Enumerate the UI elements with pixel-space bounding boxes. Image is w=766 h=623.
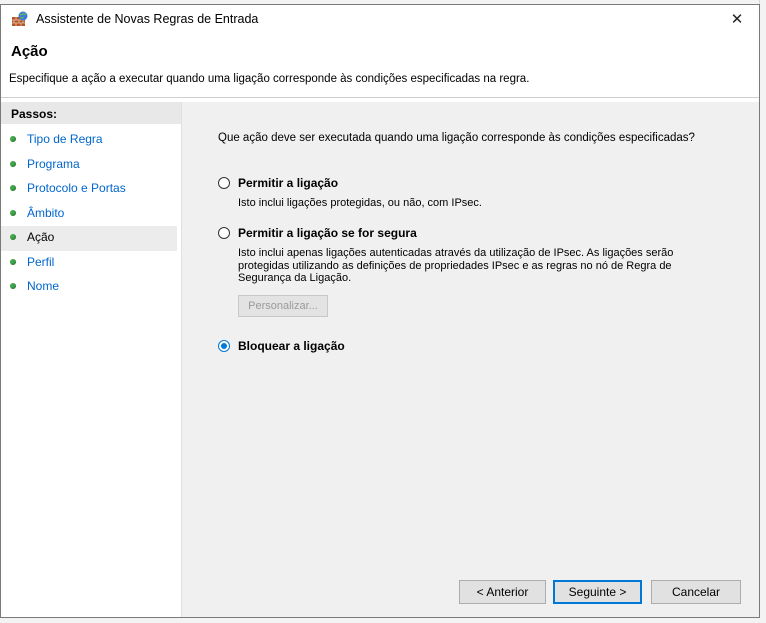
step-item-ambito[interactable]: Âmbito	[1, 202, 181, 227]
step-status-icon	[10, 234, 16, 240]
close-button[interactable]: ✕	[715, 5, 759, 33]
steps-sidebar: Passos: Tipo de Regra Programa Protocolo…	[1, 102, 182, 617]
firewall-icon	[11, 11, 29, 27]
radio-allow-secure[interactable]	[218, 227, 230, 239]
step-status-icon	[10, 185, 16, 191]
step-status-icon	[10, 258, 16, 265]
steps-heading-label: Passos:	[11, 107, 58, 121]
page-description: Especifique a ação a executar quando uma…	[9, 73, 530, 85]
step-label[interactable]: Nome	[27, 279, 59, 293]
step-status-icon	[10, 209, 16, 216]
step-item-protocolo-e-portas[interactable]: Protocolo e Portas	[1, 177, 181, 202]
action-panel: Que ação deve ser executada quando uma l…	[182, 102, 759, 617]
page-title: Ação	[11, 43, 48, 60]
step-label[interactable]: Tipo de Regra	[27, 132, 103, 146]
option-description: Isto inclui apenas ligações autenticadas…	[238, 247, 674, 284]
customize-button: Personalizar...	[238, 295, 328, 317]
option-description: Isto inclui ligações protegidas, ou não,…	[238, 197, 482, 209]
step-item-nome[interactable]: Nome	[1, 275, 181, 300]
step-label[interactable]: Programa	[27, 157, 80, 171]
step-status-icon	[10, 160, 16, 167]
step-label: Ação	[27, 230, 55, 244]
step-item-tipo-de-regra[interactable]: Tipo de Regra	[1, 128, 181, 153]
step-item-perfil[interactable]: Perfil	[1, 251, 181, 276]
window-title: Assistente de Novas Regras de Entrada	[36, 12, 259, 26]
step-status-icon	[10, 136, 16, 142]
cancel-button[interactable]: Cancelar	[651, 580, 741, 604]
step-label[interactable]: Perfil	[27, 255, 54, 269]
wizard-window: Assistente de Novas Regras de Entrada ✕ …	[0, 4, 760, 618]
step-status-icon	[10, 283, 16, 289]
step-label[interactable]: Protocolo e Portas	[27, 181, 126, 195]
step-item-acao: Ação	[1, 226, 177, 251]
option-label[interactable]: Permitir a ligação se for segura	[238, 226, 417, 240]
next-button[interactable]: Seguinte >	[553, 580, 642, 604]
step-label[interactable]: Âmbito	[27, 206, 64, 220]
radio-allow[interactable]	[218, 177, 230, 189]
option-label[interactable]: Bloquear a ligação	[238, 339, 345, 353]
step-item-programa[interactable]: Programa	[1, 153, 181, 178]
title-bar: Assistente de Novas Regras de Entrada ✕	[1, 5, 759, 33]
steps-list: Tipo de Regra Programa Protocolo e Porta…	[1, 128, 181, 300]
action-question: Que ação deve ser executada quando uma l…	[218, 132, 695, 144]
steps-heading: Passos:	[1, 102, 181, 124]
radio-block[interactable]	[218, 340, 230, 352]
page-header: Ação Especifique a ação a executar quand…	[1, 33, 759, 98]
option-label[interactable]: Permitir a ligação	[238, 176, 338, 190]
back-button[interactable]: < Anterior	[459, 580, 546, 604]
background-window-edge	[759, 0, 766, 623]
